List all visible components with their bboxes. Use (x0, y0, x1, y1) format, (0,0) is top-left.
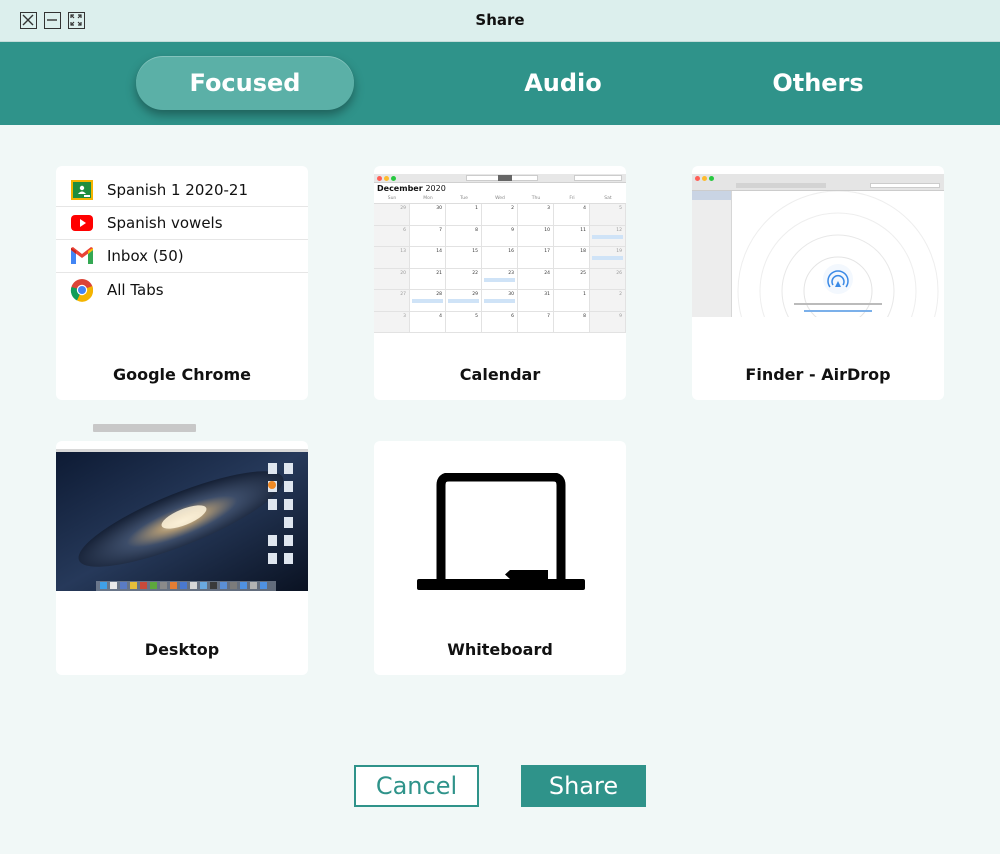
calendar-day: 3 (374, 311, 410, 333)
calendar-day: 6 (374, 225, 410, 247)
calendar-day: 10 (518, 225, 554, 247)
airdrop-icon (737, 191, 939, 317)
calendar-day: 21 (410, 268, 446, 290)
tab-bar: Focused Audio Others (0, 42, 1000, 125)
source-label: Desktop (144, 640, 220, 659)
source-label: Whiteboard (447, 640, 553, 659)
calendar-day: 7 (518, 311, 554, 333)
whiteboard-icon (417, 473, 585, 590)
calendar-day: 22 (446, 268, 482, 290)
tab-focused[interactable]: Focused (136, 56, 354, 110)
calendar-grid: 29 30 1 2 3 4 5 6 7 8 9 10 11 12 13 14 15 16 17 18 19 20 21 22 2… (374, 204, 626, 333)
chrome-icon (69, 277, 95, 303)
cancel-button[interactable]: Cancel (354, 765, 479, 807)
calendar-day: 29 (374, 204, 410, 226)
calendar-day: 8 (446, 225, 482, 247)
calendar-day: 9 (482, 225, 518, 247)
chrome-tab-title: All Tabs (107, 280, 164, 299)
calendar-day: 17 (518, 247, 554, 269)
calendar-event (412, 299, 443, 303)
calendar-day: 31 (518, 290, 554, 312)
chrome-tab-item[interactable]: All Tabs (56, 273, 308, 306)
source-card-finder-airdrop[interactable]: Finder - AirDrop (692, 166, 944, 400)
calendar-day: 20 (374, 268, 410, 290)
desktop-preview (56, 449, 308, 591)
calendar-day: 30 (410, 204, 446, 226)
calendar-day: 9 (590, 311, 626, 333)
calendar-day: 25 (554, 268, 590, 290)
window-title: Share (475, 11, 525, 29)
chrome-tab-item[interactable]: Spanish vowels (56, 207, 308, 240)
calendar-day: 14 (410, 247, 446, 269)
calendar-header: December 2020 (374, 183, 626, 196)
calendar-day: 5 (446, 311, 482, 333)
calendar-event (592, 256, 623, 260)
source-card-calendar[interactable]: December 2020 Sun Mon Tue Wed Thu Fri Sat 29 30… (374, 166, 626, 400)
calendar-event (484, 299, 515, 303)
calendar-day: 12 (590, 225, 626, 247)
calendar-day: 30 (482, 290, 518, 312)
chrome-tab-title: Spanish vowels (107, 214, 223, 232)
calendar-weekday: Fri (569, 196, 575, 201)
calendar-day: 16 (482, 247, 518, 269)
calendar-event (592, 234, 623, 239)
chrome-tab-title: Inbox (50) (107, 247, 184, 265)
calendar-day: 2 (590, 290, 626, 312)
chrome-tab-item[interactable]: Spanish 1 2020-21 (56, 174, 308, 207)
calendar-day: 4 (410, 311, 446, 333)
calendar-event (484, 277, 515, 282)
title-bar: Share (0, 0, 1000, 42)
source-label: Google Chrome (112, 365, 251, 384)
calendar-day: 1 (554, 290, 590, 312)
calendar-weekday: Thu (531, 196, 541, 201)
calendar-day: 4 (554, 204, 590, 226)
calendar-day: 6 (482, 311, 518, 333)
calendar-weekday: Mon (423, 196, 433, 201)
finder-sidebar (692, 191, 732, 317)
calendar-day: 13 (374, 247, 410, 269)
youtube-icon (69, 210, 95, 236)
calendar-day: 29 (446, 290, 482, 312)
calendar-day: 11 (554, 225, 590, 247)
calendar-day: 8 (554, 311, 590, 333)
calendar-weekday: Sun (387, 196, 397, 201)
calendar-day: 7 (410, 225, 446, 247)
calendar-day: 18 (554, 247, 590, 269)
calendar-day: 1 (446, 204, 482, 226)
tab-others[interactable]: Others (733, 56, 903, 110)
finder-preview (692, 174, 944, 317)
calendar-month: December (377, 184, 423, 193)
source-label: Calendar (459, 365, 541, 384)
calendar-weekday: Wed (495, 196, 505, 201)
calendar-day: 28 (410, 290, 446, 312)
calendar-weekday: Tue (460, 196, 468, 201)
calendar-day: 2 (482, 204, 518, 226)
calendar-preview: December 2020 Sun Mon Tue Wed Thu Fri Sat 29 30… (374, 174, 626, 334)
share-button[interactable]: Share (521, 765, 646, 807)
source-card-google-chrome[interactable]: Spanish 1 2020-21 Spanish vowels Inbox (… (56, 166, 308, 400)
calendar-day: 26 (590, 268, 626, 290)
calendar-weekday: Sat (604, 196, 612, 201)
calendar-day: 3 (518, 204, 554, 226)
calendar-year: 2020 (425, 184, 446, 193)
google-classroom-icon (69, 177, 95, 203)
gmail-icon (69, 243, 95, 269)
calendar-day: 23 (482, 268, 518, 290)
calendar-event (448, 299, 479, 303)
source-card-desktop[interactable]: Desktop (56, 441, 308, 675)
chrome-tab-title: Spanish 1 2020-21 (107, 181, 248, 199)
finder-toolbar (692, 174, 944, 191)
calendar-day: 19 (590, 247, 626, 269)
calendar-toolbar (374, 174, 626, 183)
source-card-whiteboard[interactable]: Whiteboard (374, 441, 626, 675)
calendar-day: 27 (374, 290, 410, 312)
calendar-day: 5 (590, 204, 626, 226)
chrome-tab-item[interactable]: Inbox (50) (56, 240, 308, 273)
source-label: Finder - AirDrop (745, 365, 891, 384)
calendar-day: 15 (446, 247, 482, 269)
tab-audio[interactable]: Audio (478, 56, 648, 110)
calendar-weekdays: Sun Mon Tue Wed Thu Fri Sat (374, 196, 626, 204)
drag-handle[interactable] (93, 424, 196, 432)
calendar-day: 24 (518, 268, 554, 290)
